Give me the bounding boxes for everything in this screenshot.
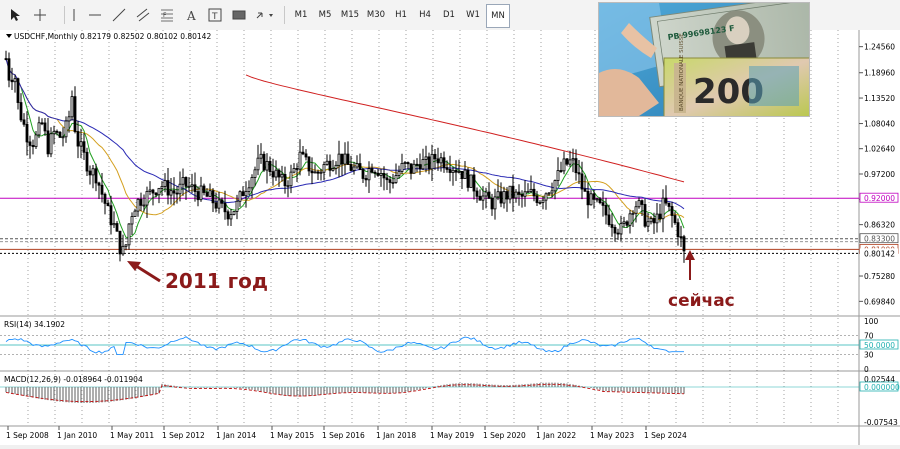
time-label: 1 May 2011 — [110, 431, 154, 440]
timeframe-w1[interactable]: W1 — [462, 4, 484, 26]
timeframe-m15[interactable]: M15 — [338, 4, 362, 26]
time-label: 1 Jan 2014 — [216, 431, 256, 440]
level-label: 0.83300 — [864, 235, 895, 244]
time-label: 1 Jan 2022 — [536, 431, 576, 440]
price-label: 0.97200 — [864, 170, 895, 179]
channel-icon[interactable] — [134, 4, 152, 26]
timeframe-mn[interactable]: MN — [486, 4, 510, 28]
time-label: 1 Sep 2008 — [6, 431, 49, 440]
svg-text:A: A — [186, 9, 196, 22]
rsi-header: RSI(14) 34.1902 — [4, 320, 65, 329]
annotation-now-label: сейчас — [668, 291, 735, 311]
banknotes-photo: PB 99698123 F BANQUE NATIONALE SUISSE 20… — [598, 2, 810, 117]
rectangle-icon[interactable] — [230, 4, 248, 26]
price-label: 1.08040 — [864, 120, 895, 129]
macd-header: MACD(12,26,9) -0.018964 -0.011904 — [4, 375, 143, 384]
timeframe-m5[interactable]: M5 — [314, 4, 336, 26]
time-label: 1 Jan 2018 — [376, 431, 416, 440]
trendline-icon[interactable] — [110, 4, 128, 26]
price-label: 1.18960 — [864, 69, 895, 78]
level-label: 0.80142 — [864, 249, 895, 258]
price-label: 1.13520 — [864, 94, 895, 103]
timeframe-m1[interactable]: M1 — [290, 4, 312, 26]
macd-label: 0.000000 — [864, 383, 900, 392]
text-label-icon[interactable]: T — [206, 4, 224, 26]
chart-header: USDCHF,Monthly 0.82179 0.82502 0.80102 0… — [14, 32, 211, 41]
rsi-label: 50.0000 — [864, 341, 895, 350]
timeframe-m30[interactable]: M30 — [364, 4, 388, 26]
rsi-label: 30 — [864, 351, 874, 360]
time-label: 1 Sep 2024 — [644, 431, 687, 440]
level-label: 0.92000 — [864, 194, 895, 203]
horizontal-line-icon[interactable] — [86, 4, 104, 26]
annotation-2011-label: 2011 год — [165, 269, 268, 293]
timeframe-h1[interactable]: H1 — [390, 4, 412, 26]
time-label: 1 Jan 2010 — [57, 431, 97, 440]
time-label: 1 May 2019 — [430, 431, 474, 440]
time-label: 1 Sep 2012 — [162, 431, 205, 440]
price-label: 0.86320 — [864, 221, 895, 230]
svg-text:T: T — [211, 12, 218, 22]
fibonacci-icon[interactable]: F — [158, 4, 176, 26]
text-tool-icon[interactable]: A — [182, 4, 200, 26]
svg-text:F: F — [163, 12, 167, 19]
time-label: 1 Sep 2016 — [322, 431, 365, 440]
time-label: 1 Sep 2020 — [483, 431, 526, 440]
time-label: 1 May 2015 — [270, 431, 314, 440]
price-label: 1.24560 — [864, 43, 895, 52]
vertical-line-icon[interactable] — [68, 4, 80, 26]
arrows-dropdown-icon[interactable] — [254, 4, 276, 26]
banknote-bank-name: BANQUE NATIONALE SUISSE — [679, 33, 685, 111]
time-label: 1 May 2023 — [590, 431, 634, 440]
price-label: 1.02640 — [864, 145, 895, 154]
crosshair-icon[interactable] — [30, 4, 50, 26]
timeframe-h4[interactable]: H4 — [414, 4, 436, 26]
rsi-label: 70 — [864, 331, 874, 340]
price-label: 0.75280 — [864, 272, 895, 281]
price-label: 0.69840 — [864, 297, 895, 306]
rsi-label: 0 — [864, 365, 869, 374]
cursor-icon[interactable] — [6, 4, 24, 26]
timeframe-d1[interactable]: D1 — [438, 4, 460, 26]
macd-label: -0.07543 — [864, 418, 898, 427]
rsi-label: 100 — [864, 317, 879, 326]
